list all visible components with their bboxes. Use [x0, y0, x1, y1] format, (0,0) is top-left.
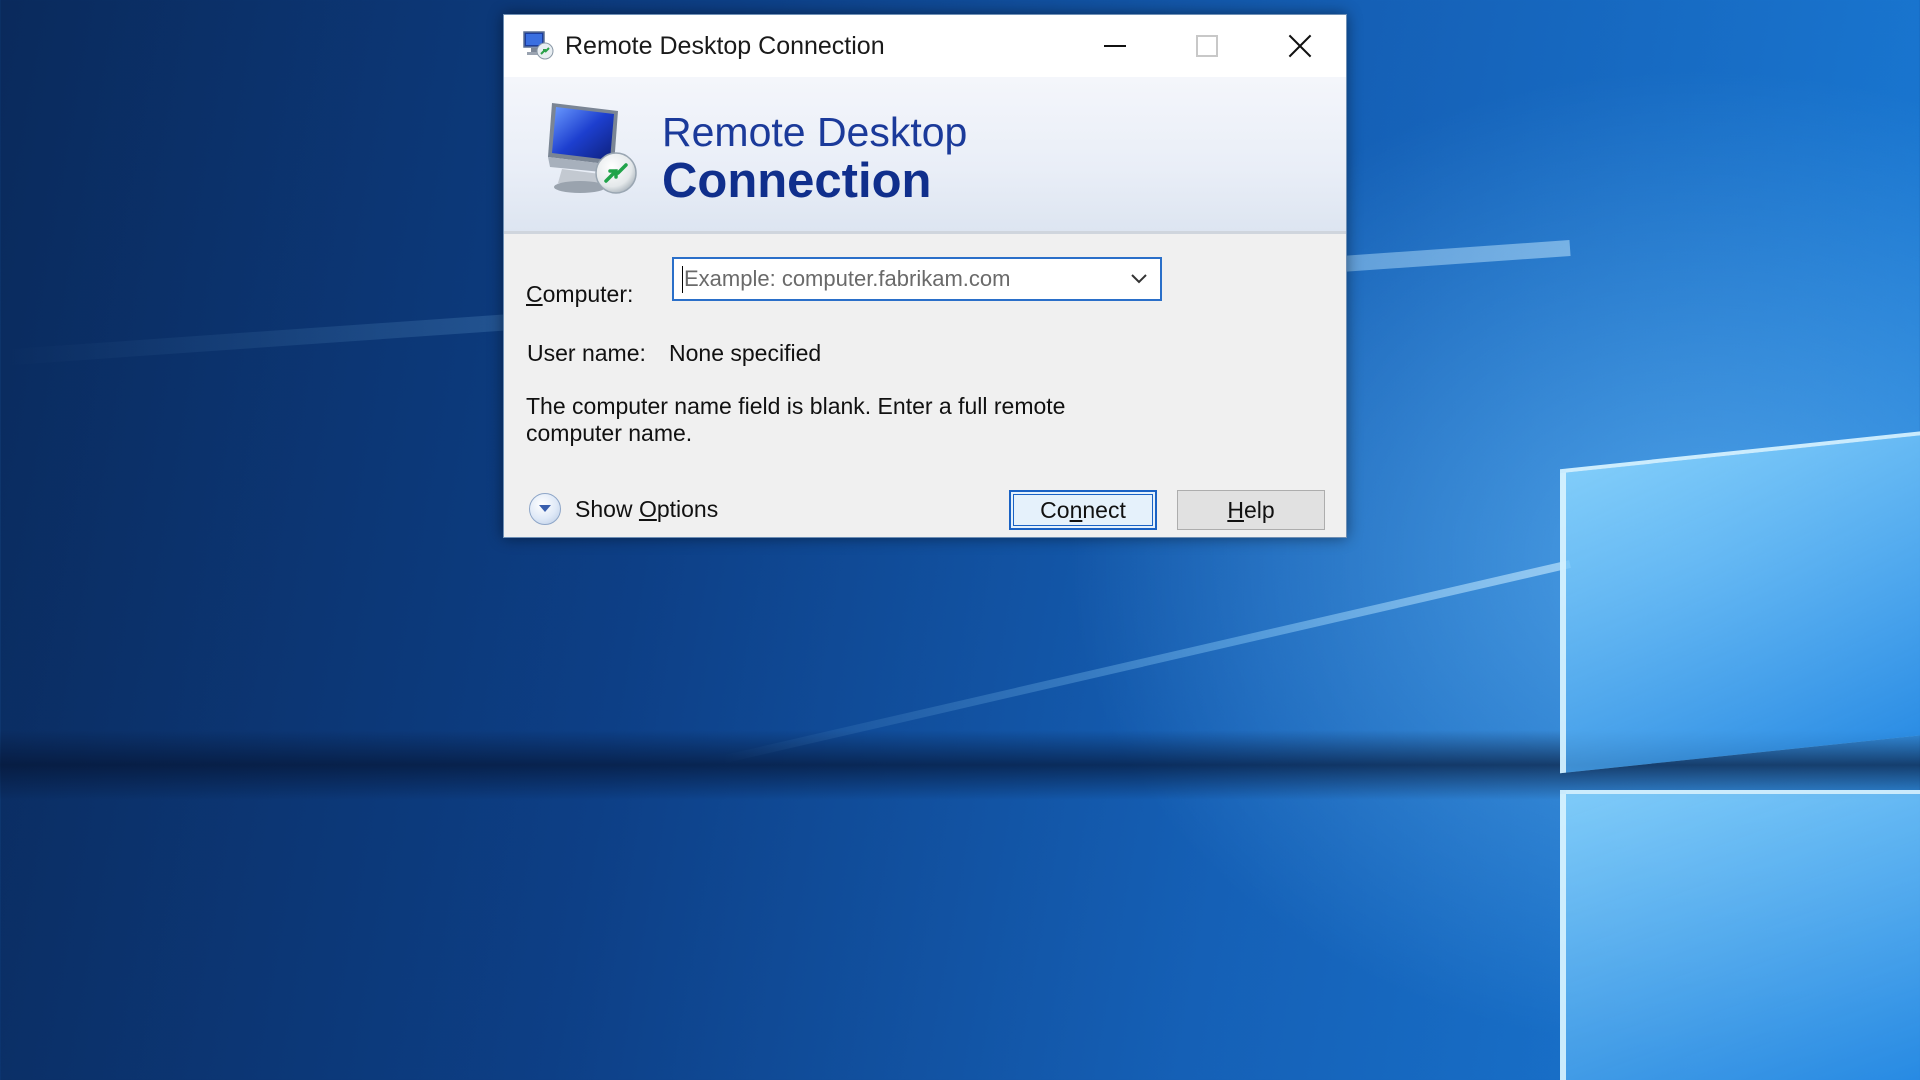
show-options-accesskey: O [638, 495, 657, 522]
help-button[interactable]: Help [1177, 490, 1325, 530]
computer-label-accesskey: C [526, 281, 543, 307]
username-value: None specified [669, 340, 822, 366]
show-options-text: Show [575, 495, 639, 522]
help-text: elp [1243, 496, 1275, 523]
computer-label-text: omputer: [542, 281, 634, 307]
minimize-button[interactable] [1069, 15, 1161, 77]
remote-desktop-app-icon [523, 31, 554, 60]
computer-combobox[interactable] [672, 257, 1162, 301]
window-title: Remote Desktop Connection [565, 32, 885, 60]
help-accesskey: H [1227, 496, 1244, 523]
text-cursor [682, 266, 683, 293]
windows-logo-pane [1560, 430, 1920, 774]
connect-text: nect [1082, 496, 1126, 523]
remote-desktop-dialog: Remote Desktop Connection Remote Desktop… [503, 14, 1347, 538]
validation-message: The computer name field is blank. Enter … [526, 393, 1066, 446]
show-options-label[interactable]: Show Options [575, 496, 718, 523]
monitor-remote-icon [548, 103, 637, 194]
banner-title-line1: Remote Desktop [662, 109, 968, 155]
close-icon [1288, 34, 1312, 58]
windows-logo-wallpaper [1560, 380, 1920, 1080]
computer-label: Computer: [526, 281, 633, 308]
connect-text: Co [1040, 496, 1070, 523]
computer-input[interactable] [680, 259, 1124, 299]
chevron-down-icon [1131, 274, 1147, 284]
maximize-icon [1196, 35, 1218, 57]
username-label: User name: [527, 340, 646, 366]
show-options-text: ptions [656, 495, 719, 522]
windows-logo-pane [1560, 790, 1920, 1080]
show-options-toggle[interactable]: Show Options [529, 491, 718, 527]
connect-button[interactable]: Co n nect [1009, 490, 1157, 530]
close-button[interactable] [1254, 15, 1346, 77]
chevron-down-icon [539, 505, 551, 512]
minimize-icon [1104, 45, 1126, 47]
expand-options-button[interactable] [529, 493, 561, 525]
computer-dropdown-button[interactable] [1124, 265, 1154, 293]
header-banner: Remote Desktop Connection [504, 77, 1346, 234]
banner-title-line2: Connection [662, 154, 932, 208]
maximize-button[interactable] [1161, 15, 1253, 77]
connect-accesskey: n [1069, 496, 1083, 523]
title-bar[interactable]: Remote Desktop Connection [504, 15, 1346, 77]
